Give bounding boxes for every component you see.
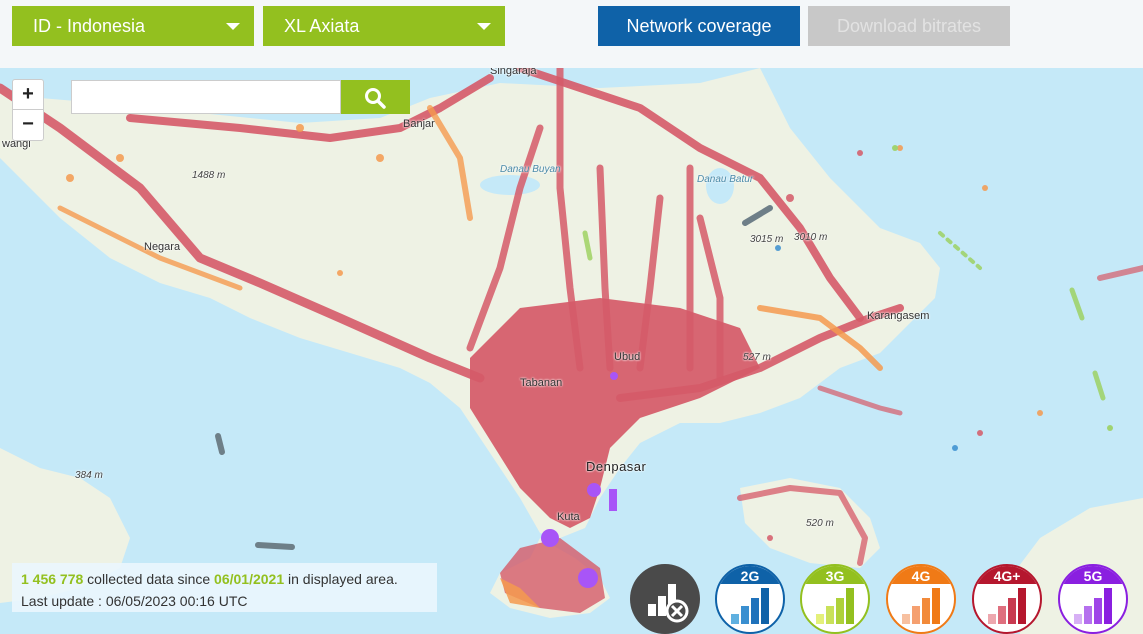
- operator-select[interactable]: XL Axiata: [263, 6, 505, 46]
- signal-bar: [922, 598, 930, 624]
- country-select-value: ID - Indonesia: [33, 16, 146, 36]
- map-label-singaraja: Singaraja: [490, 68, 537, 77]
- info-text: collected data since: [83, 571, 215, 587]
- coverage-5g: [578, 568, 598, 588]
- map-label-denpasar: Denpasar: [586, 459, 647, 474]
- signal-bar: [1074, 614, 1082, 624]
- info-text: in displayed area.: [284, 571, 398, 587]
- coverage-5g: [609, 489, 617, 511]
- legend-5g-label: 5G: [1083, 568, 1103, 584]
- signal-bar: [1084, 606, 1092, 624]
- signal-bar: [836, 598, 844, 624]
- country-select[interactable]: ID - Indonesia: [12, 6, 254, 46]
- map-label-elev-384: 384 m: [75, 470, 103, 481]
- signal-bar: [751, 598, 759, 624]
- tab-download-bitrates[interactable]: Download bitrates: [808, 6, 1010, 46]
- tab-network-coverage[interactable]: Network coverage: [598, 6, 800, 46]
- signal-bar: [1094, 598, 1102, 624]
- map-label-banjar: Banjar: [403, 118, 435, 130]
- coverage-3g: [1092, 370, 1106, 401]
- signal-bar: [1008, 598, 1016, 624]
- since-date: 06/01/2021: [214, 571, 285, 587]
- legend-5g-button[interactable]: 5G: [1058, 564, 1128, 634]
- legend-2g-label: 2G: [740, 568, 760, 584]
- coverage-5g: [541, 529, 559, 547]
- map-label-elev-3010: 3010 m: [794, 232, 828, 243]
- data-info-box: 1 456 778 collected data since 06/01/202…: [12, 563, 437, 612]
- collected-count: 1 456 778: [21, 571, 84, 587]
- last-update: Last update : 06/05/2023 00:16 UTC: [21, 593, 248, 609]
- coverage-unknown: [215, 433, 225, 455]
- coverage-3g: [1069, 287, 1085, 321]
- coverage-road: [817, 385, 903, 416]
- coverage-map[interactable]: Singaraja Banjar Danau Buyan Danau Batur…: [0, 68, 1143, 634]
- top-toolbar: ID - Indonesia XL Axiata Network coverag…: [0, 0, 1143, 68]
- coverage-unknown: [255, 542, 295, 550]
- zoom-out-button[interactable]: −: [13, 110, 43, 140]
- chevron-down-icon: [226, 23, 240, 30]
- legend-2g-button[interactable]: 2G: [715, 564, 785, 634]
- legend-4gplus-button[interactable]: 4G+: [972, 564, 1042, 634]
- coverage-5g: [587, 483, 601, 497]
- signal-bar: [846, 588, 854, 624]
- map-base-layer: [0, 68, 1143, 634]
- no-coverage-icon: [648, 584, 689, 623]
- legend-nocov-button[interactable]: [630, 564, 700, 634]
- zoom-control: + −: [12, 79, 44, 141]
- coverage-road: [1097, 265, 1143, 281]
- legend-4g-button[interactable]: 4G: [886, 564, 956, 634]
- signal-bar: [731, 614, 739, 624]
- map-label-tabanan: Tabanan: [520, 377, 563, 389]
- signal-bar: [988, 614, 996, 624]
- map-label-elev-1488: 1488 m: [192, 170, 226, 181]
- signal-bar: [816, 614, 824, 624]
- map-label-elev-527: 527 m: [743, 352, 771, 363]
- search-button[interactable]: [341, 80, 410, 114]
- map-label-karangasem: Karangasem: [867, 310, 930, 322]
- coverage-3g: [938, 231, 982, 270]
- signal-bar: [826, 606, 834, 624]
- map-label-danau-batur: Danau Batur: [697, 174, 754, 185]
- search-input[interactable]: [71, 80, 341, 114]
- legend-4gplus-label: 4G+: [993, 568, 1021, 584]
- legend-4g-label: 4G: [911, 568, 931, 584]
- map-label-negara: Negara: [144, 241, 181, 253]
- map-label-danau-buyan: Danau Buyan: [500, 164, 561, 175]
- legend-3g-label: 3G: [825, 568, 845, 584]
- signal-bar: [998, 606, 1006, 624]
- signal-bar: [1104, 588, 1112, 624]
- map-label-ubud: Ubud: [614, 351, 641, 363]
- search-icon: [365, 88, 386, 109]
- signal-bar: [912, 606, 920, 624]
- signal-bar: [741, 606, 749, 624]
- operator-select-value: XL Axiata: [284, 16, 360, 36]
- map-label-elev-520: 520 m: [806, 518, 834, 529]
- collected-data-line: 1 456 778 collected data since 06/01/202…: [21, 568, 428, 590]
- signal-bar: [761, 588, 769, 624]
- signal-bar: [1018, 588, 1026, 624]
- map-label-elev-3015: 3015 m: [750, 234, 784, 245]
- legend-3g-button[interactable]: 3G: [800, 564, 870, 634]
- chevron-down-icon: [477, 23, 491, 30]
- zoom-in-button[interactable]: +: [13, 80, 43, 110]
- signal-bar: [902, 614, 910, 624]
- coverage-5g: [610, 372, 618, 380]
- signal-bar: [932, 588, 940, 624]
- lake-buyan: [480, 175, 540, 195]
- map-label-kuta: Kuta: [557, 511, 580, 523]
